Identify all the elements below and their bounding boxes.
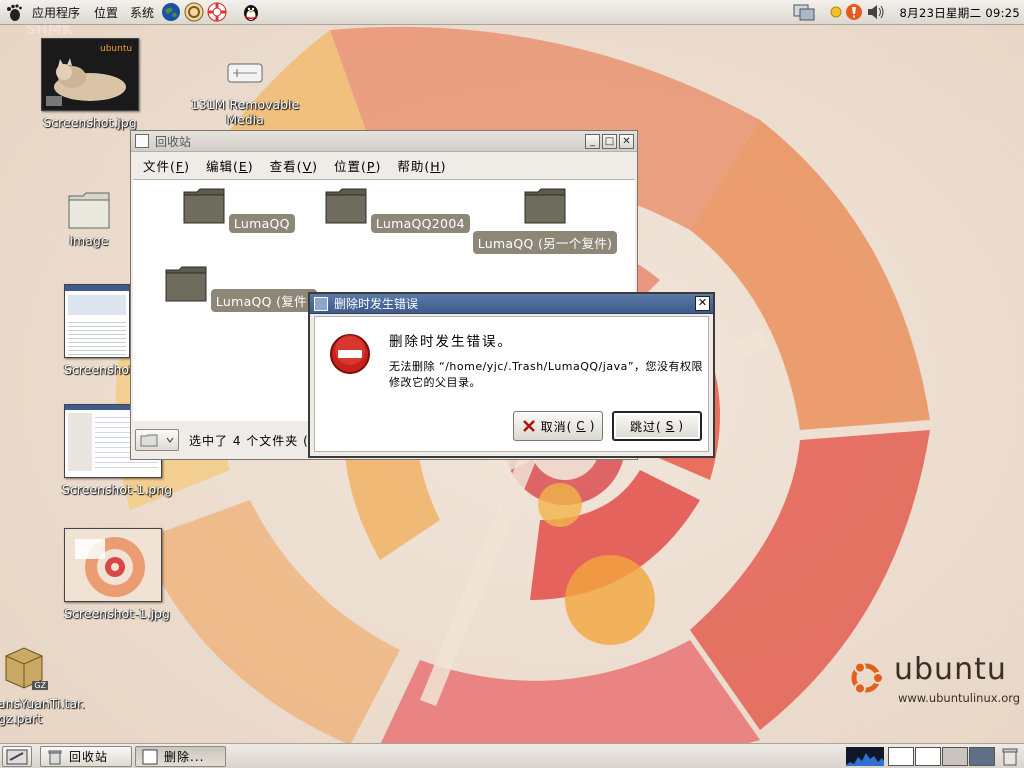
desktop-icon-label: ansYuanTi.tar.gz.part — [0, 696, 86, 726]
desktop-icon-removable-media[interactable]: 131M Removable Media — [185, 60, 305, 127]
task-label: 删除... — [164, 750, 205, 764]
ubuntu-logo: ubuntu www.ubuntulinux.org — [846, 652, 1020, 705]
menu-file[interactable]: 文件(F) — [143, 156, 190, 175]
window-menu-icon[interactable] — [135, 134, 149, 148]
gnome-foot-icon[interactable] — [4, 3, 24, 23]
web-browser-icon[interactable] — [161, 2, 181, 22]
menu-applications[interactable]: 应用程序 — [30, 4, 82, 21]
menu-system[interactable]: 系统 — [128, 4, 156, 21]
desktop-icon-label: image — [69, 233, 109, 248]
desktop-icon-label: Screenshot-1.jpg — [64, 606, 170, 621]
network-monitor-icon[interactable] — [793, 3, 817, 23]
window-menu-icon[interactable] — [314, 296, 328, 311]
workspace-2[interactable] — [915, 747, 941, 766]
folder-icon — [183, 188, 225, 224]
usb-drive-icon — [227, 63, 263, 83]
desktop-icon-screenshot-jpg[interactable]: ubuntu Screenshot.jpg — [30, 38, 150, 130]
show-desktop-button[interactable] — [2, 746, 32, 767]
chevron-down-icon — [166, 437, 174, 443]
window-menubar: 文件(F) 编辑(E) 查看(V) 位置(P) 帮助(H) — [131, 152, 637, 178]
window-title: 回收站 — [155, 134, 192, 149]
workspace-1[interactable] — [888, 747, 914, 766]
archive-box-icon: GZ — [2, 646, 50, 690]
folder-icon — [140, 434, 158, 446]
menu-go[interactable]: 位置(P) — [334, 156, 381, 175]
desktop-icon-screenshot-1-jpg[interactable]: Screenshot-1.jpg — [52, 528, 182, 621]
screenshot-thumbnail — [64, 528, 162, 602]
workspace-3[interactable] — [942, 747, 968, 766]
cancel-x-icon — [522, 420, 535, 432]
taskbar-delete-dialog[interactable]: 删除... — [135, 746, 226, 767]
error-stop-icon — [330, 334, 370, 374]
folder-item[interactable]: LumaQQ — [183, 188, 295, 233]
desktop-icon-image-folder[interactable]: image — [44, 190, 134, 248]
error-dialog: 删除时发生错误 ✕ 删除时发生错误。 无法删除 “/home/yjc/.Tras… — [308, 292, 715, 458]
qq-penguin-icon[interactable] — [241, 2, 261, 22]
top-panel: 应用程序 位置 系统 8月23日星期二 09:25 — [0, 0, 1024, 25]
screenshot-thumbnail: ubuntu — [41, 38, 139, 111]
folder-icon — [524, 188, 566, 224]
gz-badge: GZ — [32, 681, 48, 690]
desktop-icon-label: Screenshot.jpg — [43, 115, 137, 130]
panel-clock[interactable]: 8月23日星期二 09:25 — [900, 5, 1020, 21]
task-label: 回收站 — [69, 750, 109, 764]
minimize-button[interactable]: _ — [585, 133, 600, 149]
desktop-icon-screenshot[interactable]: Screenshot — [64, 284, 136, 377]
screenshot-thumbnail — [64, 284, 130, 358]
error-message: 无法删除 “/home/yjc/.Trash/LumaQQ/java”，您没有权… — [389, 360, 704, 389]
desktop-icon-tar-gz[interactable]: GZ ansYuanTi.tar.gz.part — [0, 646, 98, 726]
maximize-button[interactable]: □ — [602, 133, 617, 149]
folder-item[interactable]: LumaQQ2004 — [325, 188, 470, 233]
menu-help[interactable]: 帮助(H) — [397, 156, 446, 175]
folder-icon — [325, 188, 367, 224]
close-button[interactable]: ✕ — [695, 296, 710, 311]
folder-label: LumaQQ — [228, 214, 295, 233]
menu-edit[interactable]: 编辑(E) — [206, 156, 254, 175]
folder-item[interactable]: LumaQQ (复件) — [165, 266, 318, 312]
folder-icon — [165, 266, 207, 302]
error-heading: 删除时发生错误。 — [389, 334, 513, 350]
folder-label: LumaQQ (复件) — [210, 289, 318, 312]
workspace-4[interactable] — [969, 747, 995, 766]
update-notifier-icon[interactable] — [845, 3, 863, 21]
trash-applet-icon[interactable] — [1000, 747, 1020, 766]
thumb-ubuntu-text: ubuntu — [100, 44, 133, 54]
help-lifebuoy-icon[interactable] — [207, 2, 227, 22]
dialog-titlebar[interactable]: 删除时发生错误 ✕ — [310, 294, 713, 314]
trash-icon — [48, 750, 62, 764]
close-button[interactable]: ✕ — [619, 133, 634, 149]
ubuntu-url: www.ubuntulinux.org — [898, 691, 1021, 705]
status-text: 选中了 4 个文件夹 ( — [189, 433, 309, 448]
desktop-icon-label: Screenshot — [64, 362, 134, 377]
desktop-icon-label: 131M Removable Media — [190, 97, 300, 127]
cancel-button[interactable]: 取消(C) — [513, 411, 603, 441]
weather-sun-icon[interactable] — [828, 3, 844, 21]
system-monitor-graph[interactable] — [846, 747, 884, 766]
taskbar-trash[interactable]: 回收站 — [40, 746, 132, 767]
folder-item[interactable]: LumaQQ (另一个复件) — [455, 188, 635, 254]
show-desktop-icon — [6, 749, 28, 764]
window-titlebar[interactable]: 回收站 _ □ ✕ — [131, 131, 637, 152]
window-controls: _ □ ✕ — [585, 133, 637, 149]
ubuntu-wordmark: ubuntu — [894, 652, 1007, 687]
menu-places[interactable]: 位置 — [92, 4, 120, 21]
dialog-body: 删除时发生错误。 无法删除 “/home/yjc/.Trash/LumaQQ/j… — [314, 316, 709, 452]
folder-label: LumaQQ (另一个复件) — [472, 231, 618, 254]
pane-dropdown[interactable] — [135, 429, 179, 451]
window-icon — [142, 749, 158, 764]
menu-view[interactable]: 查看(V) — [270, 156, 318, 175]
bottom-panel: 回收站 删除... — [0, 743, 1024, 768]
volume-icon[interactable] — [866, 3, 886, 21]
dialog-title: 删除时发生错误 — [334, 297, 419, 311]
email-client-icon[interactable] — [184, 2, 204, 22]
folder-icon — [68, 192, 110, 229]
desktop-icon-label: Screenshot-1.png — [61, 482, 173, 497]
skip-button[interactable]: 跳过(S) — [612, 411, 702, 441]
ubuntu-circle-of-friends-icon — [851, 661, 884, 695]
